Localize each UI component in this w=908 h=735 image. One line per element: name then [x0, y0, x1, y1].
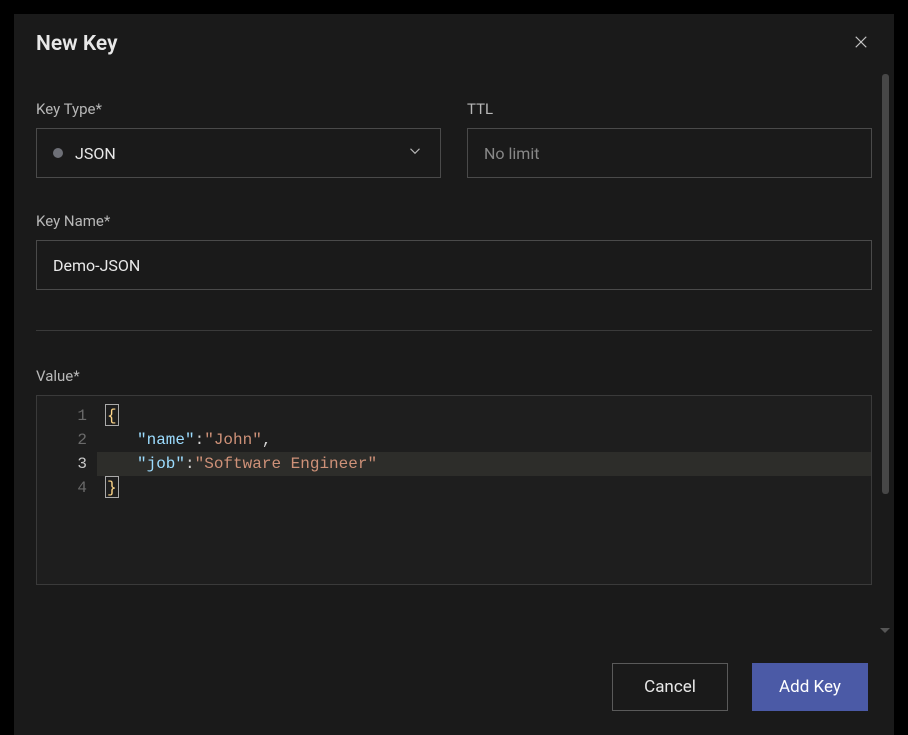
code-token: "Software Engineer": [195, 455, 377, 473]
ttl-field: TTL: [467, 100, 872, 178]
section-divider: [36, 330, 872, 331]
editor-line-number: 3: [37, 452, 87, 476]
editor-code[interactable]: {"name":"John","job":"Software Engineer"…: [97, 396, 871, 584]
key-type-select[interactable]: JSON: [36, 128, 441, 178]
value-field: Value* 1234 {"name":"John","job":"Softwa…: [36, 367, 872, 639]
value-editor[interactable]: 1234 {"name":"John","job":"Software Engi…: [36, 395, 872, 585]
editor-line-number: 1: [37, 404, 87, 428]
value-label: Value*: [36, 367, 872, 385]
code-token: "John": [204, 431, 262, 449]
code-token: :: [195, 431, 205, 449]
key-type-dot-icon: [53, 148, 63, 158]
code-token: ,: [262, 431, 272, 449]
new-key-dialog: New Key Key Type* JSON: [14, 14, 894, 735]
code-token: :: [185, 455, 195, 473]
editor-line[interactable]: "name":"John",: [97, 428, 871, 452]
cancel-button[interactable]: Cancel: [612, 663, 728, 711]
ttl-input[interactable]: [467, 128, 872, 178]
key-name-field: Key Name*: [36, 212, 872, 290]
dialog-footer: Cancel Add Key: [14, 639, 894, 735]
key-type-value: JSON: [75, 144, 394, 163]
scroll-down-icon[interactable]: [880, 628, 890, 633]
editor-line[interactable]: "job":"Software Engineer": [97, 452, 871, 476]
close-button[interactable]: [850, 33, 872, 55]
add-key-button[interactable]: Add Key: [752, 663, 868, 711]
dialog-scrollbar[interactable]: [882, 74, 889, 494]
dialog-body: Key Type* JSON TTL Key Name*: [14, 62, 894, 639]
ttl-label: TTL: [467, 100, 872, 118]
close-icon: [852, 33, 870, 55]
editor-gutter: 1234: [37, 396, 97, 584]
code-token: }: [105, 476, 119, 498]
code-token: "name": [137, 431, 195, 449]
code-token: "job": [137, 455, 185, 473]
dialog-title: New Key: [36, 32, 118, 56]
key-type-field: Key Type* JSON: [36, 100, 441, 178]
editor-line[interactable]: {: [97, 404, 871, 428]
code-token: {: [105, 404, 119, 426]
key-name-label: Key Name*: [36, 212, 872, 230]
editor-line-number: 4: [37, 476, 87, 500]
key-name-input[interactable]: [36, 240, 872, 290]
editor-line[interactable]: }: [97, 476, 871, 500]
chevron-down-icon: [406, 142, 424, 164]
key-type-label: Key Type*: [36, 100, 441, 118]
dialog-header: New Key: [14, 14, 894, 62]
editor-line-number: 2: [37, 428, 87, 452]
